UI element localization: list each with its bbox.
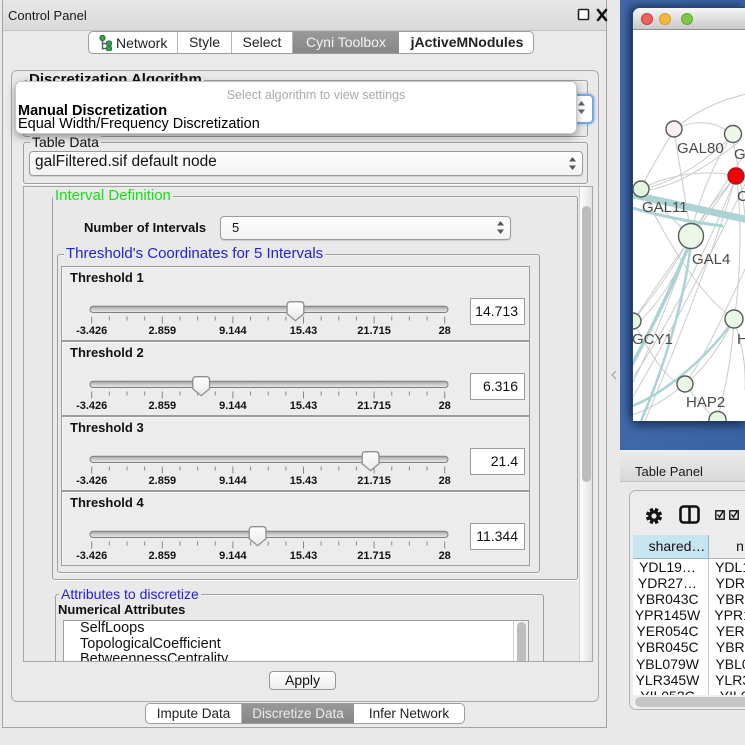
svg-text:2.859: 2.859 (149, 325, 177, 337)
svg-text:GAL80: GAL80 (677, 140, 724, 157)
svg-text:15.43: 15.43 (290, 325, 318, 337)
svg-text:28: 28 (439, 475, 451, 487)
svg-text:21.715: 21.715 (357, 475, 391, 487)
svg-text:-3.426: -3.426 (76, 475, 107, 487)
svg-text:2.859: 2.859 (149, 550, 177, 562)
svg-text:HI: HI (737, 331, 745, 348)
svg-text:-3.426: -3.426 (76, 325, 107, 337)
svg-text:HAP2: HAP2 (686, 394, 725, 411)
svg-text:2.859: 2.859 (149, 475, 177, 487)
svg-text:28: 28 (439, 325, 451, 337)
svg-text:15.43: 15.43 (290, 475, 318, 487)
svg-text:21.715: 21.715 (357, 325, 391, 337)
svg-text:CY: CY (737, 188, 745, 205)
svg-text:28: 28 (439, 550, 451, 562)
svg-text:GA: GA (734, 146, 745, 163)
svg-text:28: 28 (439, 400, 451, 412)
svg-text:GAL4: GAL4 (692, 251, 730, 268)
svg-text:15.43: 15.43 (290, 550, 318, 562)
svg-text:9.144: 9.144 (219, 400, 247, 412)
svg-text:21.715: 21.715 (357, 400, 391, 412)
svg-text:9.144: 9.144 (219, 475, 247, 487)
svg-text:-3.426: -3.426 (76, 400, 107, 412)
svg-text:15.43: 15.43 (290, 400, 318, 412)
svg-text:2.859: 2.859 (149, 400, 177, 412)
svg-text:9.144: 9.144 (219, 325, 247, 337)
svg-text:9.144: 9.144 (219, 550, 247, 562)
svg-text:GCY1: GCY1 (633, 331, 673, 348)
svg-text:21.715: 21.715 (357, 550, 391, 562)
svg-text:-3.426: -3.426 (76, 550, 107, 562)
svg-text:GAL11: GAL11 (642, 199, 688, 216)
